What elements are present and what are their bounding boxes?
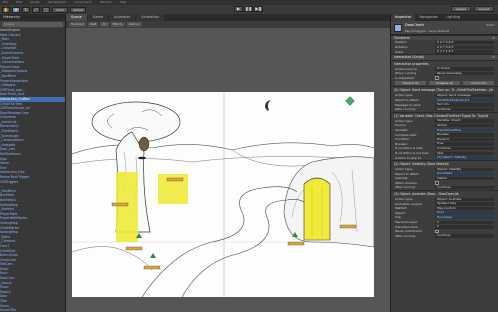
action-header[interactable]: (1) Variable: Check (Has ClimbedTheTree?… <box>391 111 498 119</box>
play-controls: ▶ ❚❚ ▶❚ <box>234 6 263 12</box>
hierarchy-panel: Hierarchy Create GameEngine Main Camera … <box>0 14 66 312</box>
scene-panel: Scene Game Animator Animation Textured RGB 2D… <box>66 14 390 312</box>
tab-inspector[interactable]: Inspector <box>391 14 416 21</box>
property-value[interactable]: Door <box>435 211 494 215</box>
interaction-properties-heading: Interaction properties <box>391 59 498 67</box>
top-toolbar: File Edit Assets GameObject Component Window H… <box>0 0 498 14</box>
property-value[interactable]: Pause Gameplay <box>435 71 494 76</box>
property-label: After running: <box>395 233 416 238</box>
property-value[interactable]: HasClimbedTree <box>435 128 494 132</box>
step-button[interactable]: ▶❚ <box>254 6 263 12</box>
property-value[interactable]: Sprites Unity <box>435 202 494 206</box>
property-value[interactable]: (3) Object: Visibility <box>435 156 494 160</box>
property-checkbox[interactable] <box>435 76 439 80</box>
hierarchy-create-search[interactable]: Create <box>2 22 63 27</box>
property-value[interactable]: DoorOpen <box>435 216 494 220</box>
property-label: Is skippable? <box>395 75 415 80</box>
action-expand-all-button[interactable]: Expand all <box>395 81 426 86</box>
gear-icon[interactable]: ⚙ <box>485 114 488 118</box>
tab-scene[interactable]: Scene <box>66 14 87 21</box>
property-value[interactable]: Equal to <box>435 137 494 142</box>
gear-icon[interactable]: ⚙ <box>492 36 495 40</box>
property-value[interactable]: X 0 Y 0 Z 0 <box>435 41 494 45</box>
tag-value: Untagged <box>411 29 426 33</box>
property-value[interactable]: X 0 Y 0 Z 0 <box>435 45 494 49</box>
global-toggle[interactable]: Global <box>70 6 86 13</box>
property-value[interactable]: Skip <box>435 151 494 155</box>
hierarchy-list: GameEngine Main Camera _Main ..Inventory… <box>0 28 65 312</box>
tab-game[interactable]: Game <box>87 14 109 21</box>
property-value[interactable]: Object: Animate <box>435 197 494 202</box>
action-action-list-button[interactable]: Action list <box>463 81 494 86</box>
action-header[interactable]: (0) Object: Send message (Turn on: Tr...… <box>391 86 498 94</box>
property-value[interactable]: 0 <box>435 225 494 229</box>
pause-button[interactable]: ❚❚ <box>244 6 253 12</box>
action-collapse-all-button[interactable]: Collapse all <box>429 81 460 86</box>
inspector-content: Transform ⚙ Position X 0 Y 0 Z 0 Rotation X 0… <box>391 35 498 238</box>
move-tool-button[interactable]: ✥ <box>12 6 20 13</box>
tab-navigation[interactable]: Navigation <box>415 14 442 21</box>
property-value[interactable]: Continue <box>435 186 494 190</box>
property-value[interactable]: DoorMake <box>435 172 494 176</box>
scene-option-2d[interactable]: 2D <box>100 22 109 27</box>
property-checkbox[interactable] <box>435 229 439 234</box>
layer-value: Default <box>437 29 449 33</box>
tab-animation[interactable]: Animation <box>136 14 165 21</box>
static-toggle[interactable]: Static <box>486 23 495 27</box>
property-value[interactable]: In Scene <box>435 67 494 71</box>
property-value[interactable]: Variable: Check <box>435 119 494 123</box>
property-value[interactable]: Continue <box>435 234 494 238</box>
inspector-panel: Inspector Navigation Lighting DoorCheck Ta… <box>390 14 498 312</box>
property-value[interactable]: Object: Send message <box>435 93 494 98</box>
object-name-field[interactable]: DoorCheck <box>405 23 424 27</box>
gameobject-icon <box>394 24 402 32</box>
play-button[interactable]: ▶ <box>234 6 243 12</box>
property-value[interactable]: Global <box>435 123 494 128</box>
object-header: DoorCheck Tag Untagged · Layer Default S… <box>391 21 498 35</box>
layout-dropdown[interactable]: Layout <box>474 6 494 12</box>
transform-component-header[interactable]: Transform ⚙ <box>391 35 498 41</box>
scale-tool-button[interactable]: ⤢ <box>32 6 40 13</box>
property-value[interactable]: Object: Visibility <box>435 167 494 172</box>
tab-lighting[interactable]: Lighting <box>442 14 464 21</box>
tab-animator[interactable]: Animator <box>109 14 136 21</box>
scene-tabs: Scene Game Animator Animation <box>66 14 390 21</box>
property-value[interactable]: Visible <box>435 176 494 181</box>
property-value[interactable]: Play Custom <box>435 206 494 211</box>
hierarchy-row[interactable]: SceneTitle <box>0 308 65 312</box>
property-value[interactable]: X 1 Y 1 Z 1 <box>435 50 494 54</box>
gear-icon[interactable]: ⚙ <box>456 192 459 196</box>
inspector-tabs: Inspector Navigation Lighting <box>391 14 498 21</box>
action-header[interactable]: (2) Object: Visibility (Door Make)⚙ <box>391 160 498 168</box>
property-value[interactable]: 0 <box>435 220 494 225</box>
layers-dropdown[interactable]: Layers <box>451 6 471 12</box>
property-value[interactable]: Continue <box>435 107 494 112</box>
pivot-toggle[interactable]: Pivot <box>52 6 68 13</box>
scene-artwork <box>71 92 375 298</box>
hierarchy-tab[interactable]: Hierarchy <box>0 14 65 21</box>
property-value[interactable]: ClimbTheTreeInteract <box>435 98 494 102</box>
scene-option-effects[interactable]: Effects <box>110 22 125 27</box>
scene-option-textured[interactable]: Textured <box>69 22 86 27</box>
property-value[interactable]: Continue <box>435 146 494 151</box>
property-value[interactable]: Boolean <box>435 133 494 137</box>
scene-toolbar: Textured RGB 2D Effects Gizmos <box>66 21 390 28</box>
property-value[interactable]: True <box>435 142 494 146</box>
scene-option-rgb[interactable]: RGB <box>87 22 99 27</box>
gear-icon[interactable]: ⚙ <box>490 88 493 92</box>
property-checkbox[interactable] <box>435 181 439 185</box>
scene-canvas[interactable] <box>71 92 375 298</box>
rotate-tool-button[interactable]: ↻ <box>22 6 30 13</box>
rect-tool-button[interactable]: ▢ <box>42 6 50 13</box>
property-row: After running: Continue <box>391 234 498 239</box>
scene-option-gizmos[interactable]: Gizmos <box>126 22 142 27</box>
hand-tool-button[interactable]: ✋ <box>2 6 10 13</box>
scene-viewport[interactable] <box>66 28 390 312</box>
action-header[interactable]: (3) Object: Animate (Door - DoorOpen)⚙ <box>391 190 498 198</box>
tag-dropdown[interactable]: Tag Untagged · Layer Default <box>405 29 449 33</box>
gear-icon[interactable]: ⚙ <box>446 162 449 166</box>
property-value[interactable]: Turn On <box>435 103 494 107</box>
